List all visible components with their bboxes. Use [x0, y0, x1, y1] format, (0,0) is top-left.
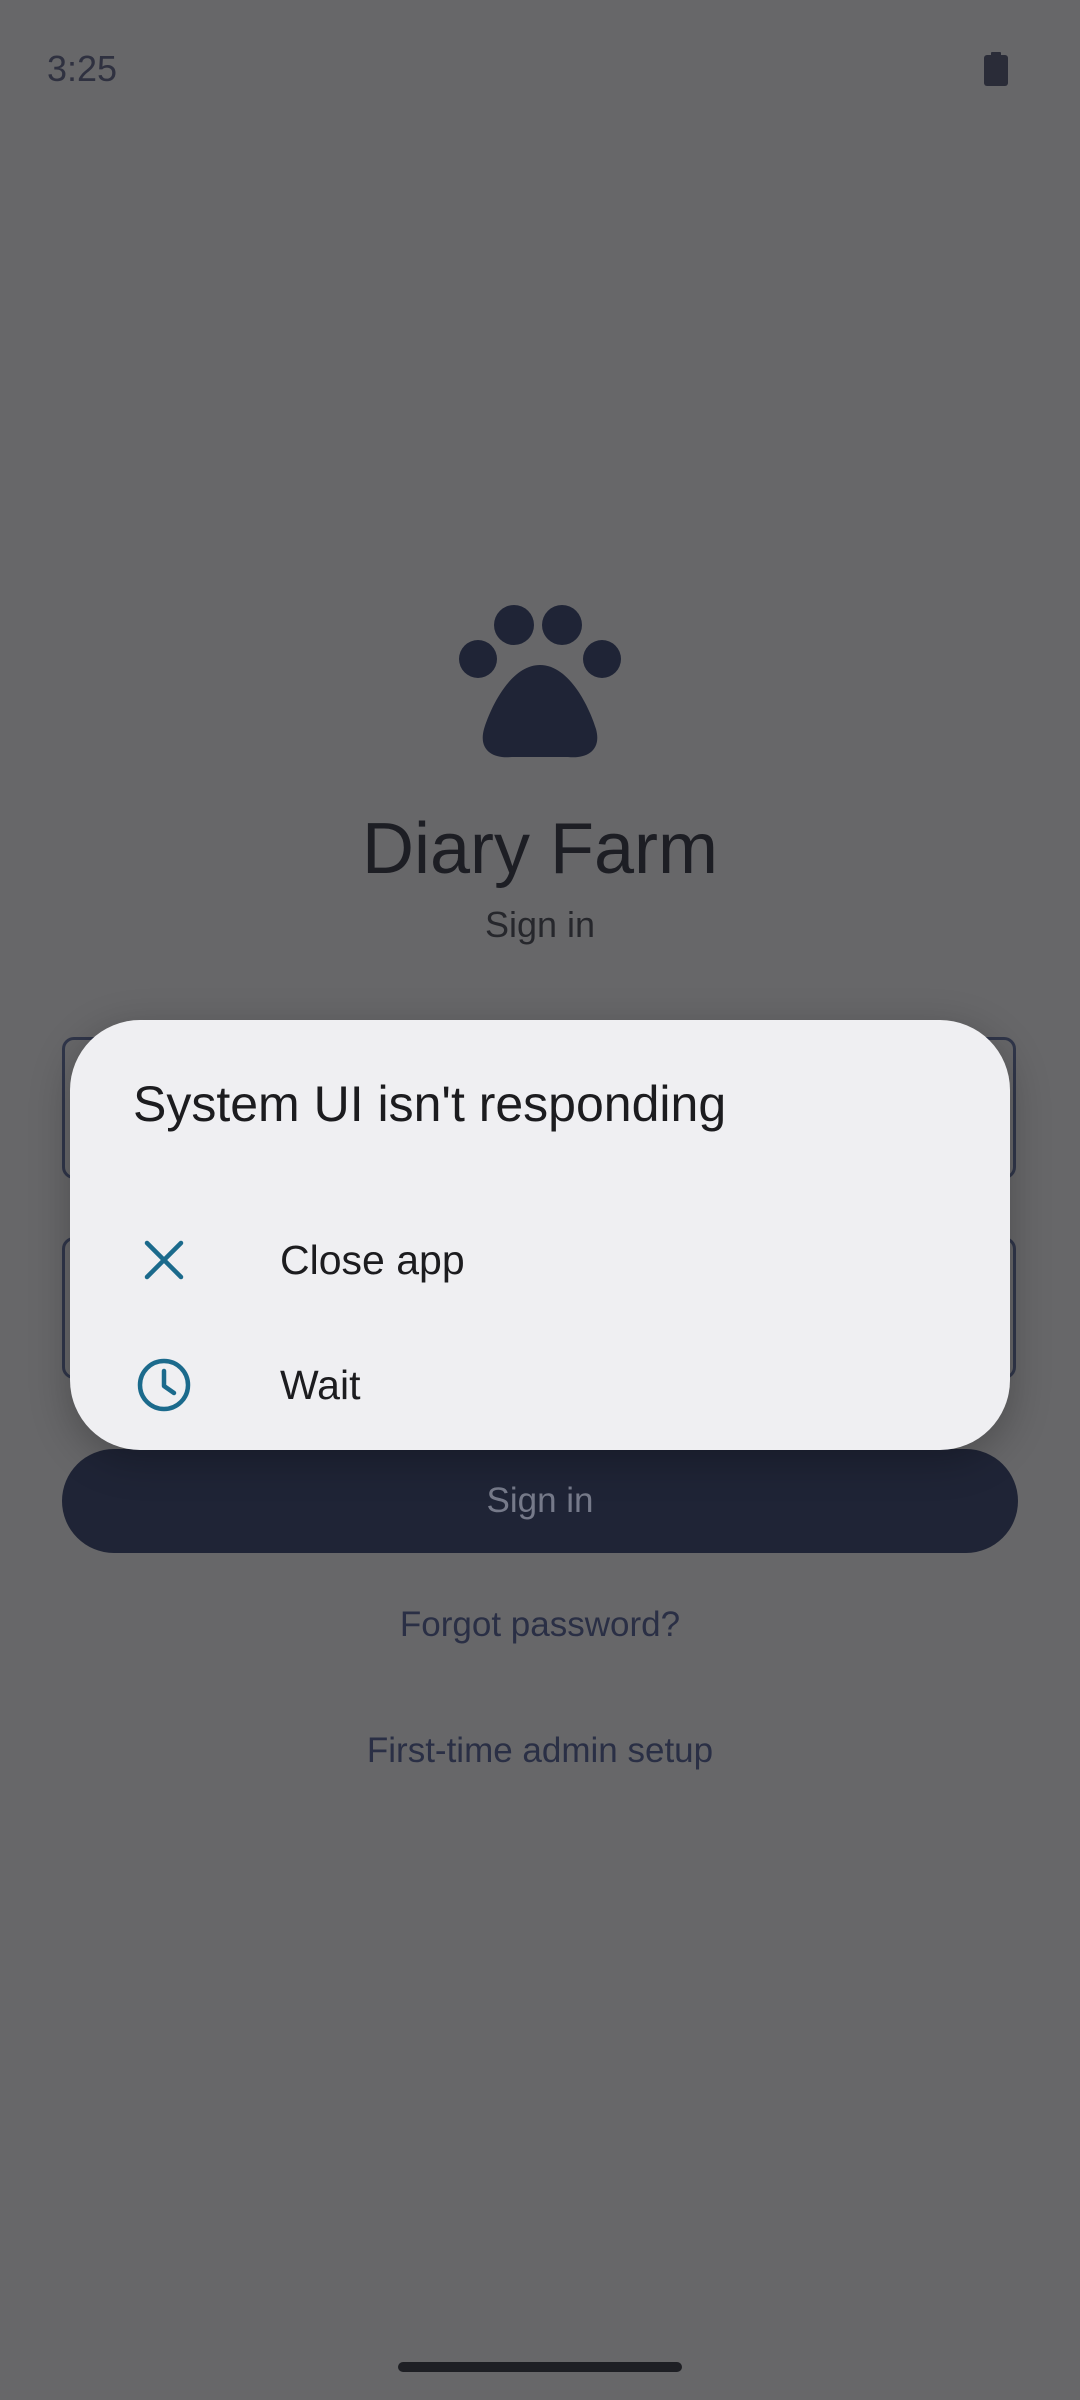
clock-icon [134, 1355, 194, 1415]
anr-dialog: System UI isn't responding Close app Wai… [70, 1020, 1010, 1450]
app-title: Diary Farm [362, 809, 718, 889]
home-gesture-bar[interactable] [398, 2362, 682, 2372]
forgot-password-link[interactable]: Forgot password? [0, 1605, 1080, 1645]
battery-full-icon [984, 52, 1008, 86]
status-bar-time: 3:25 [47, 48, 118, 89]
dialog-title: System UI isn't responding [133, 1076, 727, 1132]
paw-icon [459, 605, 621, 758]
sign-in-button[interactable]: Sign in [62, 1449, 1018, 1553]
page-subtitle: Sign in [484, 904, 596, 945]
admin-setup-link[interactable]: First-time admin setup [0, 1731, 1080, 1771]
close-app-button[interactable]: Close app [70, 1200, 1010, 1320]
screen: 3:25 Diary Farm Sign in Sign in Forgot p… [0, 0, 1080, 2400]
close-icon [134, 1230, 194, 1290]
close-app-label: Close app [280, 1236, 465, 1283]
wait-button[interactable]: Wait [70, 1325, 1010, 1445]
wait-label: Wait [280, 1361, 361, 1408]
